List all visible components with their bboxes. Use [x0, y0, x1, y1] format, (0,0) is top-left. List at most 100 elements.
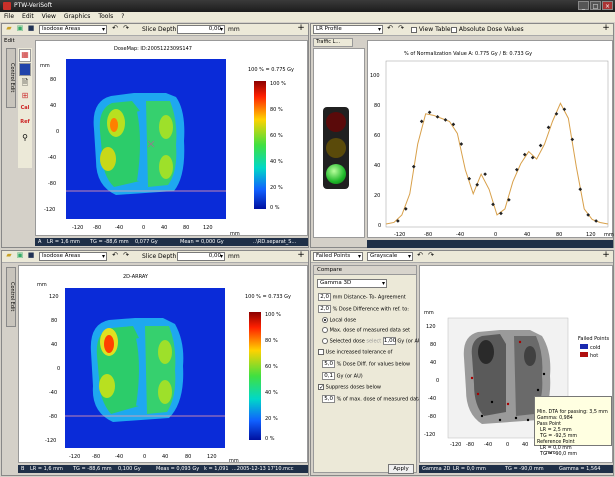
undo-arrow-icon[interactable]: ↶	[385, 24, 395, 33]
minimize-button[interactable]: _	[578, 1, 589, 10]
svg-text:40: 40	[374, 163, 380, 169]
selected-dose-input[interactable]: 1,00	[382, 337, 396, 345]
calibration-icon[interactable]: Cal	[19, 105, 31, 118]
svg-text:40: 40	[51, 342, 57, 348]
mode-select[interactable]: Isodose Areas	[39, 25, 107, 34]
svg-text:-40: -40	[48, 155, 56, 161]
save-icon[interactable]: ■	[26, 24, 36, 33]
profile-plot[interactable]: % of Normalization Value A: 0.775 Gy / B…	[367, 40, 614, 238]
suppress-input[interactable]: 5,0	[322, 395, 335, 403]
undo-arrow-icon[interactable]: ↶	[415, 251, 425, 260]
menu-view[interactable]: View	[38, 12, 60, 21]
distance-input[interactable]: 2,0	[318, 293, 331, 301]
slice-depth-input[interactable]: 0,00	[177, 25, 225, 34]
svg-text:120: 120	[203, 225, 213, 231]
mode-select[interactable]: Isodose Areas	[39, 252, 107, 261]
grayscale-select[interactable]: Grayscale	[367, 252, 413, 261]
svg-text:40: 40	[50, 103, 56, 109]
maximize-button[interactable]: □	[590, 1, 601, 10]
view-table-toggle[interactable]: View Table	[411, 26, 451, 33]
compare-tab[interactable]: Compare	[314, 266, 416, 275]
menu-file[interactable]: File	[0, 12, 18, 21]
color-tool-icon[interactable]	[19, 63, 31, 76]
x-axis-label: mm	[229, 458, 239, 464]
profile-point-b	[427, 110, 432, 115]
svg-text:-120: -120	[72, 225, 83, 231]
grid-tool-icon[interactable]: ▦	[19, 49, 31, 62]
inc-pct-input[interactable]: 5,0	[322, 360, 335, 368]
y-axis-ticks: 120 80 40 0 -40 -80 -120	[45, 294, 60, 444]
pin-icon[interactable]: +	[296, 24, 306, 33]
apply-button[interactable]: Apply	[388, 464, 414, 474]
dose-map-plot-top[interactable]: DoseMap: ID:2005122309S147 mm 80 40 0 -4…	[35, 40, 308, 237]
slice-depth-input[interactable]: 0,00	[177, 252, 225, 261]
slice-depth-label: Slice Depth	[142, 253, 177, 260]
redo-arrow-icon[interactable]: ↷	[121, 251, 131, 260]
increased-tolerance-checkbox[interactable]: Use increased tolerance of	[318, 349, 392, 356]
menu-help[interactable]: ?	[117, 12, 128, 21]
open-folder-icon[interactable]: ▰	[4, 251, 14, 260]
profile-y-ticks: 100 80 60 40 20 0	[370, 73, 381, 229]
menu-edit[interactable]: Edit	[18, 12, 38, 21]
pin-icon[interactable]: +	[601, 251, 611, 260]
app-icon	[3, 2, 11, 10]
profile-point-b	[499, 211, 503, 216]
svg-text:-120: -120	[44, 207, 55, 213]
svg-text:120: 120	[207, 454, 217, 460]
inc-pct-row: 5,0 % Dose Diff. for values below	[322, 360, 410, 368]
profile-point-b	[578, 187, 583, 192]
svg-text:80 %: 80 %	[270, 107, 283, 113]
control-edit-tab[interactable]: Control Edit	[6, 48, 16, 108]
close-button[interactable]: ×	[602, 1, 613, 10]
menu-tools[interactable]: Tools	[94, 12, 117, 21]
svg-text:80: 80	[430, 342, 436, 348]
crosshair-icon[interactable]: ⊞	[19, 91, 31, 104]
inc-gy-input[interactable]: 0,1	[322, 372, 335, 380]
dose-diff-input[interactable]: 2,0	[318, 305, 331, 313]
method-select[interactable]: Gamma 3D	[317, 279, 387, 288]
redo-arrow-icon[interactable]: ↷	[121, 24, 131, 33]
legend-title: Failed Points	[578, 336, 610, 342]
svg-text:60 %: 60 %	[265, 364, 278, 370]
svg-text:0 %: 0 %	[270, 205, 280, 211]
svg-text:80: 80	[556, 232, 562, 238]
pin-icon[interactable]: +	[296, 251, 306, 260]
save-icon[interactable]: ■	[26, 251, 36, 260]
selected-dose-radio[interactable]: Selected dose select 1,00 Gy (or AU)	[322, 337, 424, 345]
edit-label: Edit	[4, 38, 15, 44]
svg-text:-120: -120	[45, 438, 56, 444]
local-dose-radio[interactable]: Local dose	[322, 317, 356, 324]
zoom-icon[interactable]: ⚲	[19, 133, 31, 146]
svg-text:-40: -40	[115, 225, 123, 231]
redo-arrow-icon[interactable]: ↷	[396, 24, 406, 33]
profile-select[interactable]: LR Profile	[313, 25, 383, 34]
undo-arrow-icon[interactable]: ↶	[110, 251, 120, 260]
open-folder-icon[interactable]: ▰	[4, 24, 14, 33]
suppress-checkbox[interactable]: ✓ Suppress doses below	[318, 384, 381, 391]
tool-strip: ▦ 🗎 ⊞ Cal Ref ⚲	[18, 48, 32, 168]
toolbar-bottom-left: ▰ ▣ ■ Isodose Areas ↶ ↷ Slice Depth 0,00…	[2, 251, 308, 263]
y-axis-label: mm	[37, 282, 47, 288]
menu-graphics[interactable]: Graphics	[60, 12, 95, 21]
gamma-plot[interactable]: mm 120 80 40 0 -40 -80 -120 -120 -80 -40…	[419, 265, 613, 463]
open-icon[interactable]: ▣	[15, 24, 25, 33]
svg-text:60 %: 60 %	[270, 133, 283, 139]
absolute-dose-toggle[interactable]: Absolute Dose Values	[451, 26, 524, 33]
traffic-light-tab[interactable]: Traffic L...	[313, 38, 353, 47]
reference-icon[interactable]: Ref	[19, 119, 31, 132]
green-light-icon	[326, 164, 346, 184]
control-edit-tab[interactable]: Control Edit	[6, 267, 16, 327]
failed-points-select[interactable]: Failed Points	[313, 252, 363, 261]
svg-text:120: 120	[586, 232, 596, 238]
svg-text:0: 0	[436, 378, 439, 384]
undo-arrow-icon[interactable]: ↶	[110, 24, 120, 33]
document-icon[interactable]: 🗎	[19, 77, 31, 90]
profile-point-b	[483, 172, 487, 177]
open-icon[interactable]: ▣	[15, 251, 25, 260]
max-dose-radio[interactable]: Max. dose of measured data set	[322, 327, 410, 334]
dose-map-plot-bottom[interactable]: 2D-ARRAY mm 120 80 40 0 -40 -80 -120 -12…	[18, 265, 308, 464]
pin-icon[interactable]: +	[601, 24, 611, 33]
select-button[interactable]: select	[366, 339, 381, 345]
redo-arrow-icon[interactable]: ↷	[426, 251, 436, 260]
profile-line-a	[385, 102, 609, 225]
